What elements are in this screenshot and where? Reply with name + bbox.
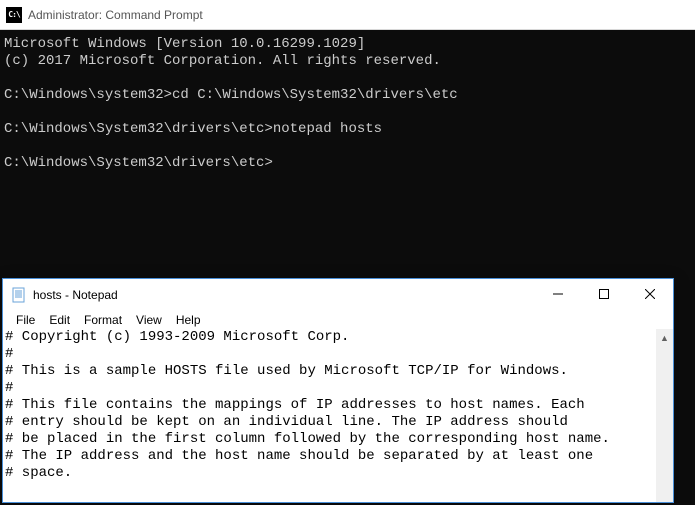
- notepad-body-wrap: # Copyright (c) 1993-2009 Microsoft Corp…: [3, 329, 673, 502]
- menu-view[interactable]: View: [129, 313, 169, 327]
- window-control-buttons: [535, 279, 673, 310]
- close-button[interactable]: [627, 279, 673, 308]
- notepad-menubar: FileEditFormatViewHelp: [3, 310, 673, 329]
- menu-format[interactable]: Format: [77, 313, 129, 327]
- cmd-titlebar[interactable]: C:\ Administrator: Command Prompt: [0, 0, 695, 30]
- cmd-title: Administrator: Command Prompt: [28, 8, 203, 22]
- menu-edit[interactable]: Edit: [42, 313, 77, 327]
- menu-file[interactable]: File: [9, 313, 42, 327]
- cmd-icon-label: C:\: [8, 10, 19, 19]
- notepad-window: hosts - Notepad FileEditFormatViewHelp #…: [2, 278, 674, 503]
- notepad-titlebar[interactable]: hosts - Notepad: [3, 279, 673, 310]
- scroll-up-arrow-icon[interactable]: ▲: [656, 329, 673, 346]
- notepad-icon: [11, 287, 27, 303]
- maximize-button[interactable]: [581, 279, 627, 308]
- menu-help[interactable]: Help: [169, 313, 208, 327]
- cmd-icon: C:\: [6, 7, 22, 23]
- minimize-button[interactable]: [535, 279, 581, 308]
- notepad-text-area[interactable]: # Copyright (c) 1993-2009 Microsoft Corp…: [3, 329, 656, 502]
- notepad-title: hosts - Notepad: [33, 288, 535, 302]
- vertical-scrollbar[interactable]: ▲: [656, 329, 673, 502]
